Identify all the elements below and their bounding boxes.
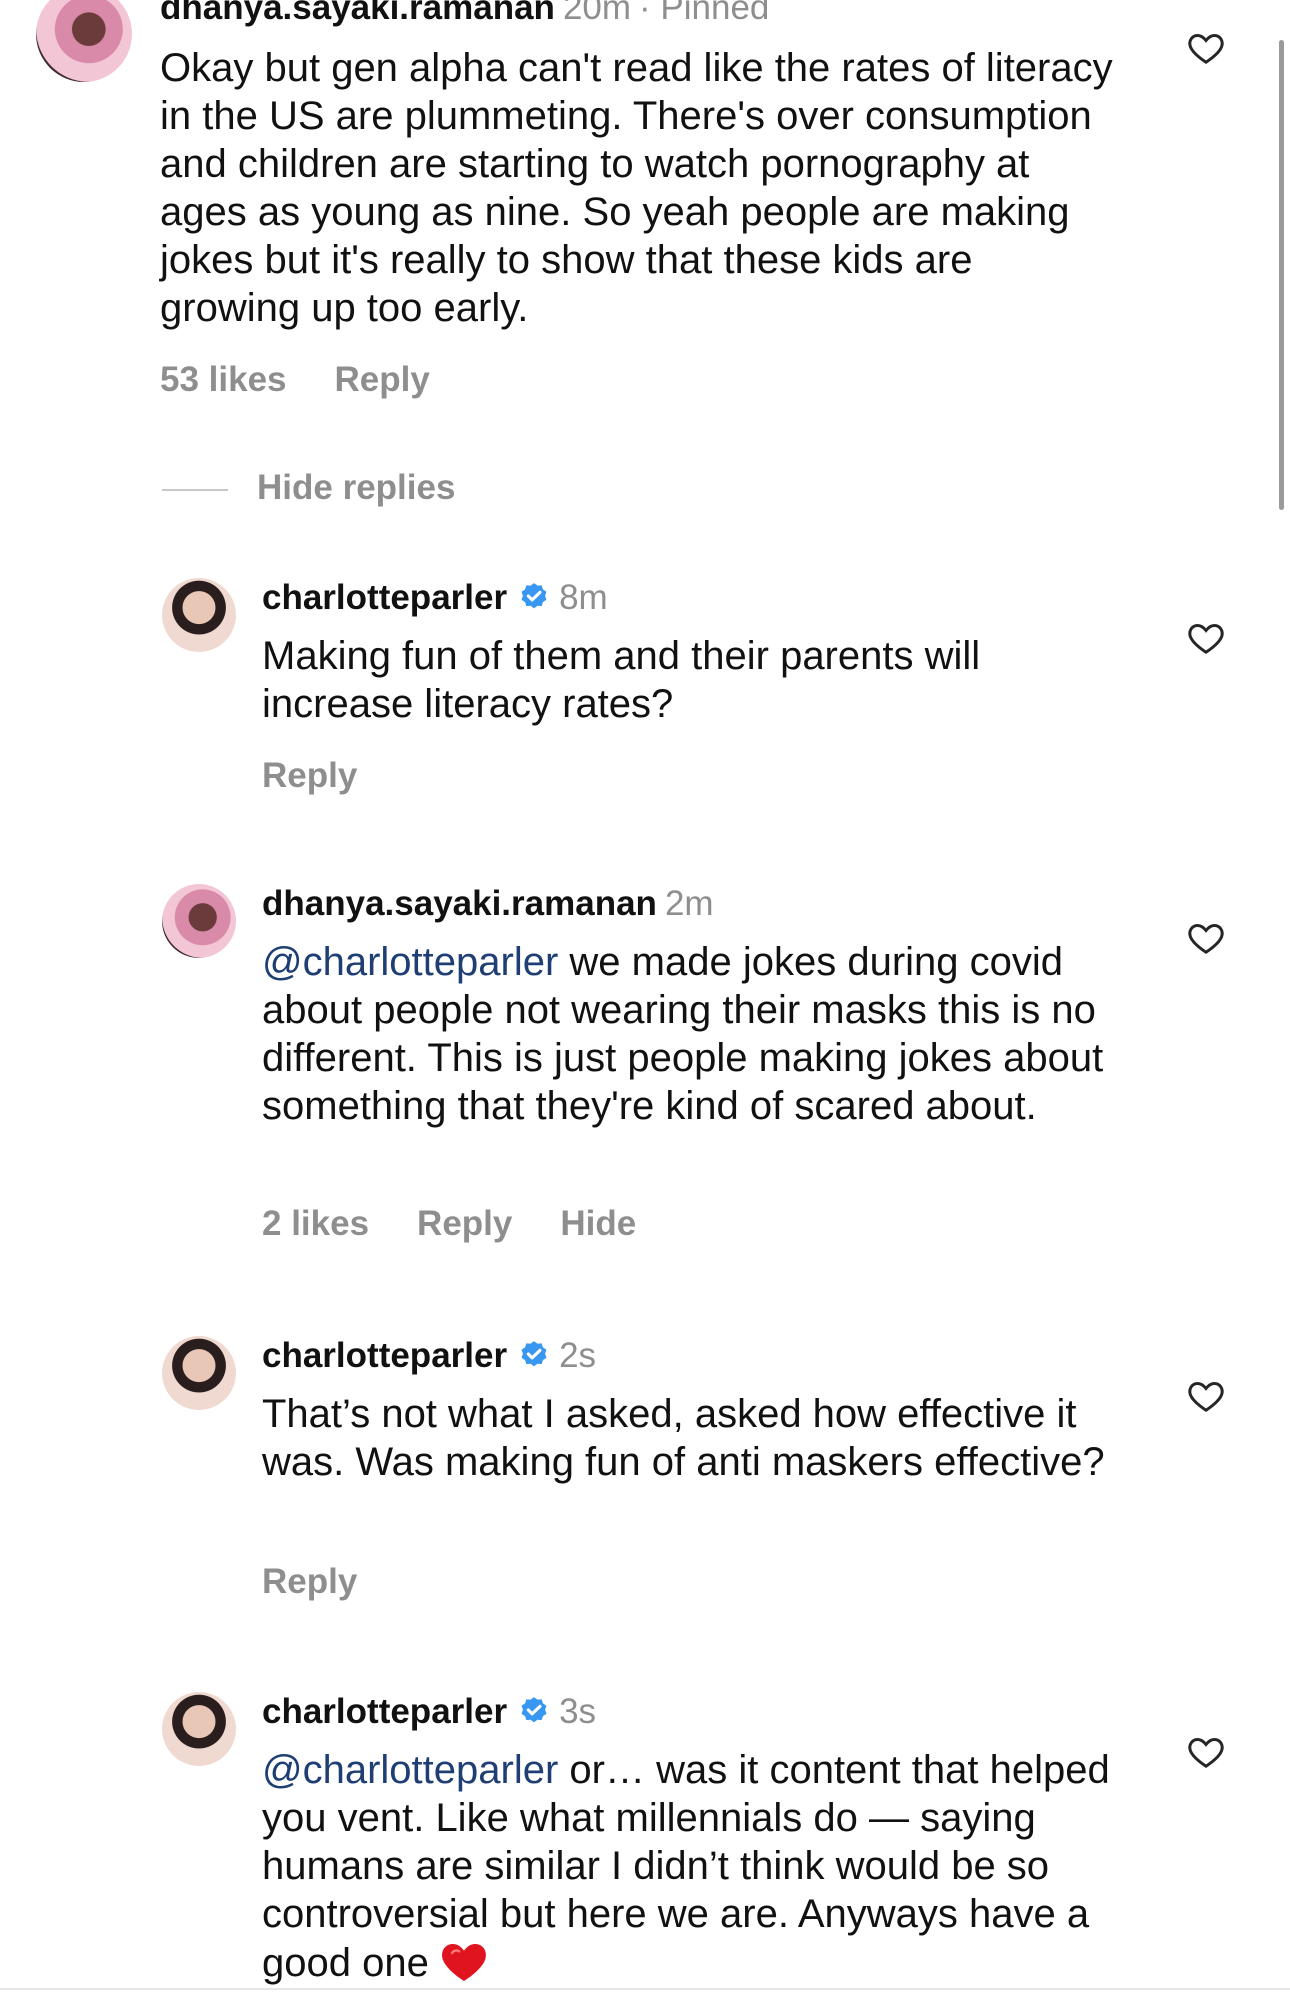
- comment-actions: 53 likes Reply: [160, 360, 478, 400]
- reply-time: 3s: [559, 1692, 597, 1731]
- scrollbar[interactable]: [1279, 40, 1284, 510]
- heart-icon[interactable]: [1186, 1376, 1226, 1416]
- verified-badge-icon: [521, 1697, 547, 1723]
- mention-link[interactable]: @charlotteparler: [262, 1748, 558, 1792]
- heart-icon[interactable]: [1186, 28, 1226, 68]
- reply-time: 8m: [559, 578, 608, 617]
- reply-button[interactable]: Reply: [417, 1204, 512, 1243]
- reply-button[interactable]: Reply: [262, 756, 357, 795]
- likes-count[interactable]: 53 likes: [160, 360, 287, 399]
- username[interactable]: dhanya.sayaki.ramanan: [160, 0, 555, 27]
- reply-body: @charlotteparler we made jokes during co…: [262, 938, 1132, 1130]
- mention-link[interactable]: @charlotteparler: [262, 940, 558, 984]
- reply-time: 2m: [664, 884, 714, 923]
- reply-button[interactable]: Reply: [335, 360, 430, 399]
- reply-actions: Reply: [262, 1562, 405, 1602]
- username[interactable]: dhanya.sayaki.ramanan: [262, 884, 657, 923]
- heart-icon[interactable]: [1186, 918, 1226, 958]
- reply-body: That’s not what I asked, asked how effec…: [262, 1392, 1105, 1484]
- likes-count[interactable]: 2 likes: [262, 1204, 369, 1243]
- reply-actions: 2 likes Reply Hide: [262, 1204, 684, 1244]
- hide-replies-button[interactable]: Hide replies: [257, 468, 455, 508]
- username[interactable]: charlotteparler: [262, 1692, 507, 1731]
- reply-actions: Reply: [262, 756, 405, 796]
- reply-header: charlotteparler 8m: [262, 578, 608, 618]
- pinned-label: · Pinned: [639, 0, 770, 27]
- avatar[interactable]: [36, 0, 132, 82]
- red-heart-emoji-icon: [442, 1944, 486, 1981]
- reply-time: 2s: [559, 1336, 597, 1375]
- verified-badge-icon: [521, 583, 547, 609]
- avatar[interactable]: [162, 578, 236, 652]
- divider: [0, 1988, 1290, 1990]
- avatar[interactable]: [162, 1692, 236, 1766]
- avatar[interactable]: [162, 1336, 236, 1410]
- heart-icon[interactable]: [1186, 618, 1226, 658]
- comment-header: dhanya.sayaki.ramanan 20m · Pinned: [160, 0, 769, 28]
- reply-body: Making fun of them and their parents wil…: [262, 634, 981, 726]
- comment-body: Okay but gen alpha can't read like the r…: [160, 46, 1113, 330]
- avatar[interactable]: [162, 884, 236, 958]
- reply-header: charlotteparler 3s: [262, 1692, 596, 1732]
- reply-header: dhanya.sayaki.ramanan 2m: [262, 884, 714, 924]
- verified-badge-icon: [521, 1341, 547, 1367]
- comment-time: 20m: [562, 0, 632, 27]
- hide-replies-line: [162, 489, 228, 491]
- reply-button[interactable]: Reply: [262, 1562, 357, 1601]
- username[interactable]: charlotteparler: [262, 578, 507, 617]
- heart-icon[interactable]: [1186, 1732, 1226, 1772]
- reply-body: @charlotteparler or… was it content that…: [262, 1746, 1142, 1987]
- username[interactable]: charlotteparler: [262, 1336, 507, 1375]
- reply-header: charlotteparler 2s: [262, 1336, 596, 1376]
- hide-button[interactable]: Hide: [560, 1204, 636, 1243]
